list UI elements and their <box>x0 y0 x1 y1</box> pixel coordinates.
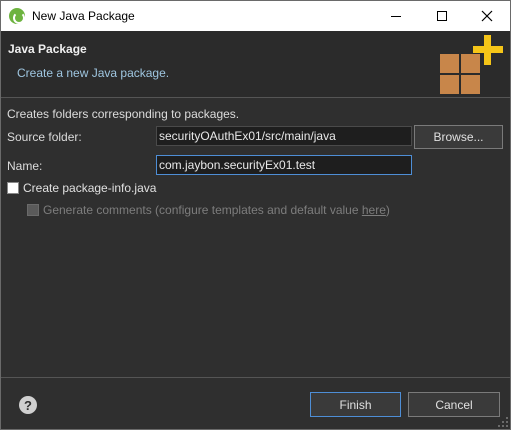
configure-templates-link: here <box>361 203 386 217</box>
create-package-info-checkbox[interactable] <box>7 182 19 194</box>
finish-button[interactable]: Finish <box>310 392 401 417</box>
cancel-button[interactable]: Cancel <box>408 392 500 417</box>
source-folder-input[interactable]: securityOAuthEx01/src/main/java <box>156 126 412 146</box>
generate-comments-checkbox <box>27 204 39 216</box>
dialog-window: New Java Package Java Package Create a n… <box>0 0 511 430</box>
form-description: Creates folders corresponding to package… <box>7 107 240 121</box>
resize-grip-icon[interactable] <box>498 417 508 427</box>
banner-description: Create a new Java package. <box>17 66 170 80</box>
create-package-info-label[interactable]: Create package-info.java <box>23 181 156 195</box>
spring-app-icon <box>9 8 25 24</box>
window-title: New Java Package <box>32 9 135 23</box>
source-folder-label: Source folder: <box>7 130 82 144</box>
banner-title: Java Package <box>8 42 87 56</box>
title-bar: New Java Package <box>1 1 510 31</box>
close-icon <box>481 10 493 22</box>
generate-comments-suffix: ) <box>385 203 390 217</box>
footer-separator <box>1 377 510 378</box>
generate-comments-text: Generate comments (configure templates a… <box>43 203 362 217</box>
wizard-banner: Java Package Create a new Java package. <box>1 31 510 98</box>
minimize-button[interactable] <box>373 1 419 31</box>
name-label: Name: <box>7 159 43 173</box>
maximize-button[interactable] <box>419 1 465 31</box>
new-package-icon <box>438 35 504 97</box>
help-icon[interactable]: ? <box>19 396 37 414</box>
close-button[interactable] <box>464 1 510 31</box>
browse-button[interactable]: Browse... <box>414 125 503 149</box>
maximize-icon <box>437 11 447 21</box>
generate-comments-label: Generate comments (configure templates a… <box>43 203 390 217</box>
package-name-input[interactable]: com.jaybon.securityEx01.test <box>156 155 412 175</box>
minimize-icon <box>391 15 401 17</box>
